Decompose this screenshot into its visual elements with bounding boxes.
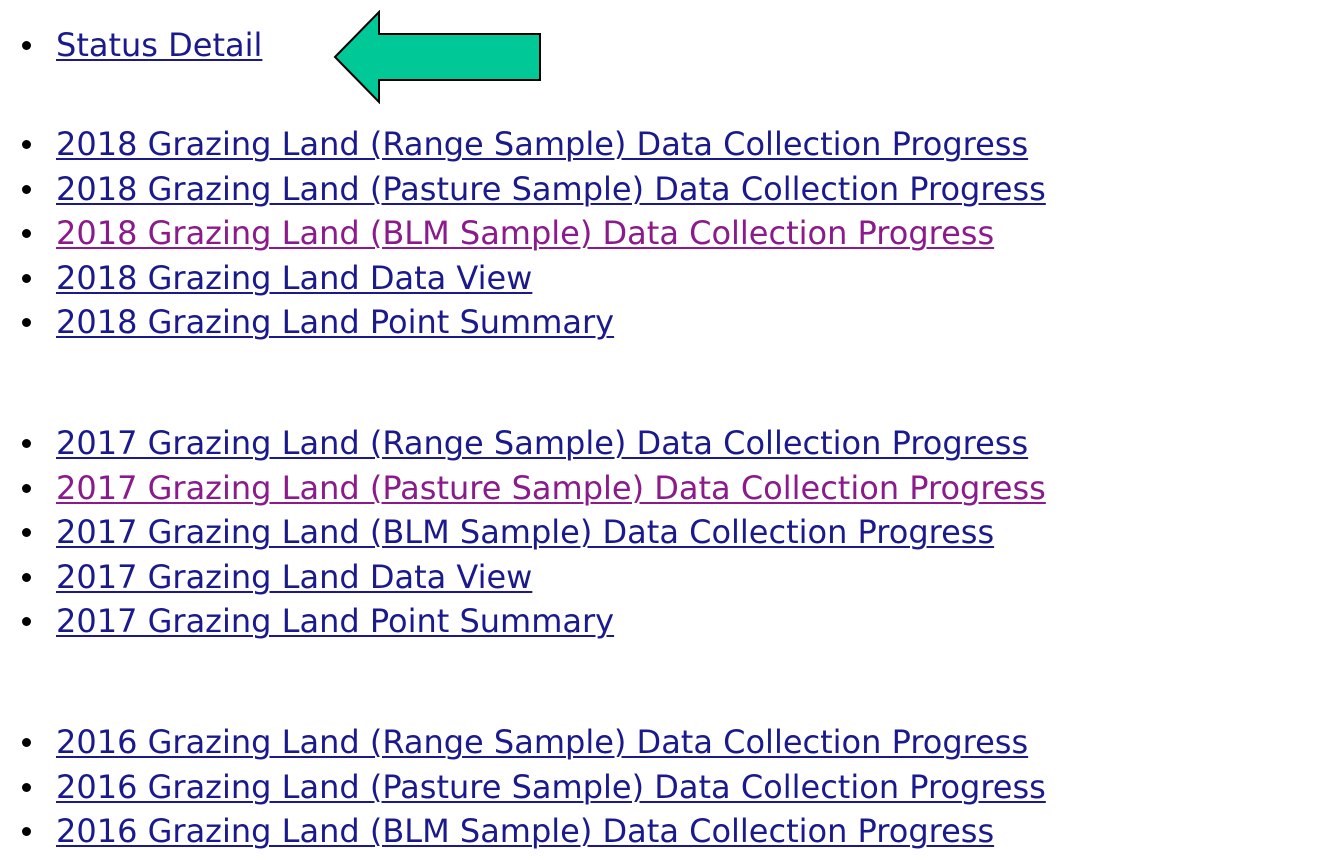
- list-item: Status Detail: [18, 23, 1318, 68]
- link-2018-data-view[interactable]: 2018 Grazing Land Data View: [56, 259, 532, 297]
- link-2017-point-summary[interactable]: 2017 Grazing Land Point Summary: [56, 602, 614, 640]
- list-item: 2016 Grazing Land (Range Sample) Data Co…: [18, 720, 1318, 765]
- list-item: 2018 Grazing Land (Range Sample) Data Co…: [18, 122, 1318, 167]
- link-2018-blm-progress[interactable]: 2018 Grazing Land (BLM Sample) Data Coll…: [56, 214, 994, 252]
- left-arrow-icon: [333, 10, 541, 104]
- list-item: 2018 Grazing Land Data View: [18, 256, 1318, 301]
- link-list-2018: 2018 Grazing Land (Range Sample) Data Co…: [18, 122, 1318, 345]
- list-item: 2017 Grazing Land Data View: [18, 555, 1318, 600]
- status-detail-link[interactable]: Status Detail: [56, 26, 262, 64]
- list-item: 2018 Grazing Land (Pasture Sample) Data …: [18, 167, 1318, 212]
- list-item: 2017 Grazing Land (Pasture Sample) Data …: [18, 466, 1318, 511]
- link-2017-range-progress[interactable]: 2017 Grazing Land (Range Sample) Data Co…: [56, 424, 1028, 462]
- link-2017-data-view[interactable]: 2017 Grazing Land Data View: [56, 558, 532, 596]
- list-item: 2016 Grazing Land (BLM Sample) Data Coll…: [18, 809, 1318, 854]
- list-item: 2018 Grazing Land (BLM Sample) Data Coll…: [18, 211, 1318, 256]
- status-link-list: Status Detail: [18, 23, 1318, 68]
- link-list-2016: 2016 Grazing Land (Range Sample) Data Co…: [18, 720, 1318, 854]
- link-2016-range-progress[interactable]: 2016 Grazing Land (Range Sample) Data Co…: [56, 723, 1028, 761]
- link-2017-blm-progress[interactable]: 2017 Grazing Land (BLM Sample) Data Coll…: [56, 513, 994, 551]
- list-item: 2016 Grazing Land (Pasture Sample) Data …: [18, 765, 1318, 810]
- link-2016-pasture-progress[interactable]: 2016 Grazing Land (Pasture Sample) Data …: [56, 768, 1046, 806]
- list-item: 2017 Grazing Land (Range Sample) Data Co…: [18, 421, 1318, 466]
- link-2018-range-progress[interactable]: 2018 Grazing Land (Range Sample) Data Co…: [56, 125, 1028, 163]
- list-item: 2018 Grazing Land Point Summary: [18, 300, 1318, 345]
- link-2016-blm-progress[interactable]: 2016 Grazing Land (BLM Sample) Data Coll…: [56, 812, 994, 850]
- link-2017-pasture-progress[interactable]: 2017 Grazing Land (Pasture Sample) Data …: [56, 469, 1046, 507]
- list-item: 2017 Grazing Land (BLM Sample) Data Coll…: [18, 510, 1318, 555]
- link-2018-pasture-progress[interactable]: 2018 Grazing Land (Pasture Sample) Data …: [56, 170, 1046, 208]
- link-2018-point-summary[interactable]: 2018 Grazing Land Point Summary: [56, 303, 614, 341]
- list-item: 2017 Grazing Land Point Summary: [18, 599, 1318, 644]
- link-list-2017: 2017 Grazing Land (Range Sample) Data Co…: [18, 421, 1318, 644]
